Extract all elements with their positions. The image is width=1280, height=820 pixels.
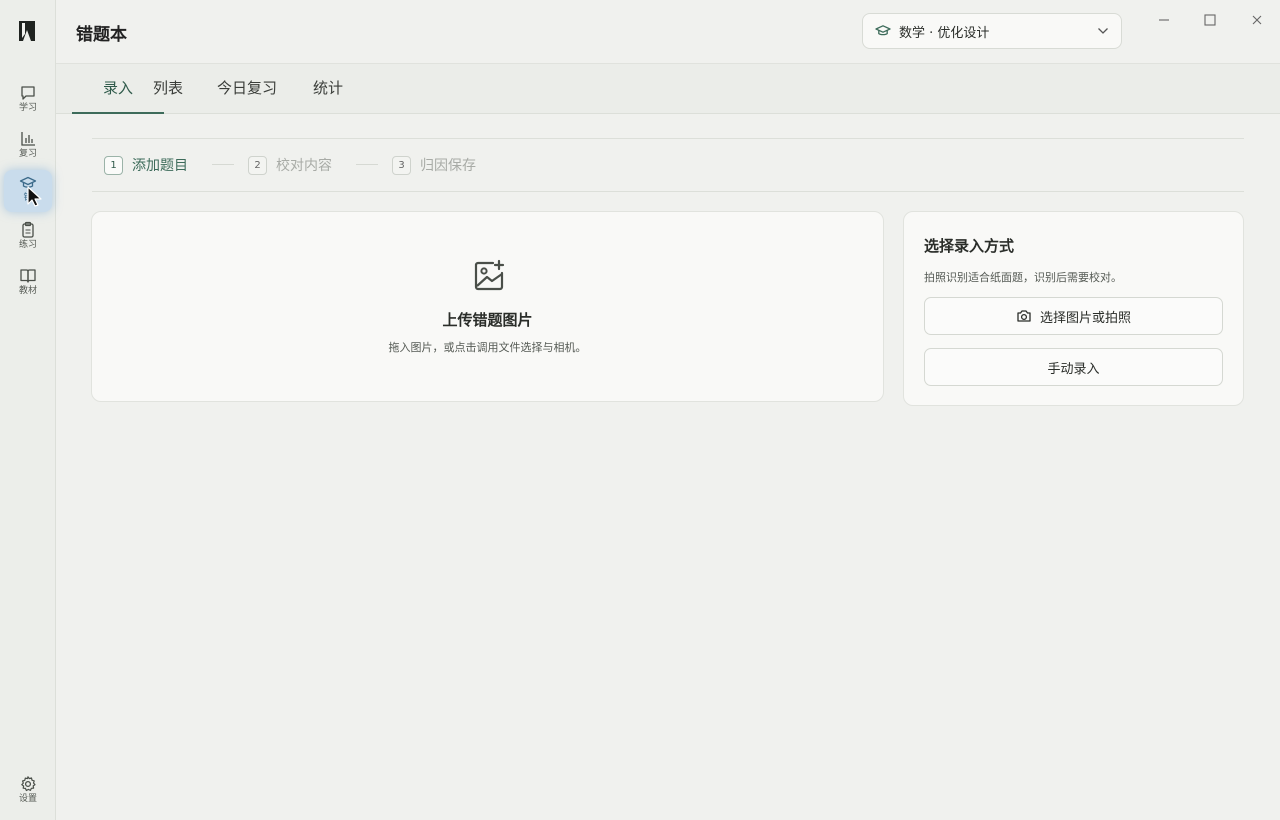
minimize-icon[interactable] bbox=[1156, 12, 1172, 28]
divider bbox=[92, 191, 1244, 192]
clipboard-icon bbox=[22, 221, 34, 238]
step-number: 2 bbox=[248, 155, 267, 175]
sidebar-item-mistakes[interactable]: 错 bbox=[4, 170, 52, 212]
tab-list[interactable]: 列表 bbox=[146, 64, 190, 114]
sidebar-item-label: 错 bbox=[23, 193, 33, 203]
close-icon[interactable] bbox=[1249, 12, 1265, 28]
subject-select-value: 数学 · 优化设计 bbox=[899, 25, 990, 41]
sidebar-item-review[interactable]: 复习 bbox=[4, 126, 52, 168]
step-separator bbox=[212, 164, 234, 165]
chevron-down-icon bbox=[1098, 28, 1108, 34]
step-label: 校对内容 bbox=[276, 158, 332, 174]
sidebar-item-label: 学习 bbox=[18, 103, 37, 113]
step-proofread: 2 校对内容 bbox=[248, 155, 332, 175]
book-icon bbox=[20, 269, 36, 283]
sidebar-item-study[interactable]: 学习 bbox=[4, 80, 52, 122]
upload-title: 上传错题图片 bbox=[442, 311, 533, 329]
manual-entry-button-label: 手动录入 bbox=[1047, 361, 1100, 377]
sidebar-item-label: 练习 bbox=[18, 240, 37, 250]
entry-method-panel: 选择录入方式 拍照识别适合纸面题，识别后需要校对。 选择图片或拍照 手动录入 bbox=[903, 211, 1244, 406]
step-separator bbox=[356, 164, 378, 165]
page-title: 错题本 bbox=[76, 25, 127, 45]
image-add-icon bbox=[474, 259, 505, 291]
tab-stats[interactable]: 统计 bbox=[307, 64, 349, 114]
step-add-question: 1 添加题目 bbox=[104, 155, 188, 175]
bar-chart-icon bbox=[21, 132, 35, 146]
sidebar-item-practice[interactable]: 练习 bbox=[4, 217, 52, 259]
upload-dropzone[interactable]: 上传错题图片 拖入图片，或点击调用文件选择与相机。 bbox=[91, 211, 884, 402]
sidebar-item-textbook[interactable]: 教材 bbox=[4, 263, 52, 305]
sidebar-item-label: 设置 bbox=[18, 794, 37, 804]
step-number: 3 bbox=[392, 155, 411, 175]
pick-image-button[interactable]: 选择图片或拍照 bbox=[924, 297, 1223, 335]
sidebar-item-settings[interactable]: 设置 bbox=[4, 771, 52, 813]
sidebar-item-label: 教材 bbox=[18, 286, 37, 296]
panel-description: 拍照识别适合纸面题，识别后需要校对。 bbox=[924, 271, 1122, 284]
tab-bar: 录入 列表 今日复习 统计 bbox=[56, 64, 1280, 114]
chat-bubble-icon bbox=[21, 86, 35, 100]
step-attribute-save: 3 归因保存 bbox=[392, 155, 476, 175]
divider bbox=[92, 138, 1244, 139]
graduation-cap-icon bbox=[19, 176, 37, 188]
app-logo-icon bbox=[19, 21, 35, 41]
gear-icon bbox=[21, 776, 36, 792]
header: 错题本 数学 · 优化设计 bbox=[56, 0, 1280, 64]
subject-select[interactable]: 数学 · 优化设计 bbox=[862, 13, 1122, 49]
maximize-icon[interactable] bbox=[1202, 12, 1218, 28]
sidebar-item-label: 复习 bbox=[18, 149, 37, 159]
upload-description: 拖入图片，或点击调用文件选择与相机。 bbox=[388, 341, 587, 354]
step-label: 添加题目 bbox=[132, 158, 188, 174]
sidebar: 学习 复习 错 练习 教材 设置 bbox=[0, 0, 56, 820]
pick-image-button-label: 选择图片或拍照 bbox=[1039, 310, 1131, 326]
step-label: 归因保存 bbox=[420, 158, 476, 174]
panel-title: 选择录入方式 bbox=[924, 237, 1015, 255]
graduation-cap-icon bbox=[875, 25, 891, 36]
tab-today-review[interactable]: 今日复习 bbox=[211, 64, 283, 114]
step-number: 1 bbox=[104, 155, 123, 175]
manual-entry-button[interactable]: 手动录入 bbox=[924, 348, 1223, 386]
camera-icon bbox=[1017, 310, 1031, 322]
